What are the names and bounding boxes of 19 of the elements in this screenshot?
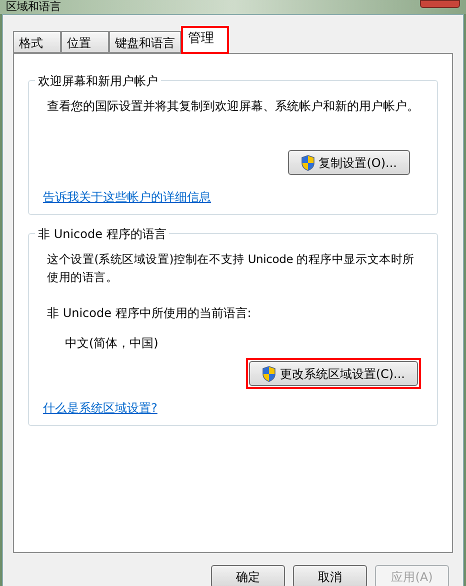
tab[interactable]: 管理 xyxy=(181,26,229,54)
help-link[interactable]: 什么是系统区域设置? xyxy=(43,399,158,417)
group-title: 欢迎屏幕和新用户帐户 xyxy=(35,72,161,90)
shield-icon xyxy=(262,366,276,382)
dialog-button[interactable]: 取消 xyxy=(293,565,367,586)
current-language-value: 中文(简体，中国) xyxy=(64,335,160,352)
dialog-button[interactable]: 确定 xyxy=(211,565,285,586)
uac-button[interactable]: 更改系统区域设置(C)... xyxy=(248,361,418,386)
description-text: 查看您的国际设置并将其复制到欢迎屏幕、系统帐户和新的用户帐户。 xyxy=(46,98,420,115)
shield-icon xyxy=(300,154,315,170)
tab[interactable]: 格式 xyxy=(13,31,61,53)
tab[interactable]: 位置 xyxy=(61,31,109,53)
tab[interactable]: 键盘和语言 xyxy=(109,31,181,53)
window-title: 区域和语言 xyxy=(6,0,61,14)
description-text: 这个设置(系统区域设置)控制在不支持 Unicode 的程序中显示文本时所使用的语言。 xyxy=(46,251,416,286)
uac-button[interactable]: 复制设置(O)... xyxy=(288,150,410,175)
close-button[interactable] xyxy=(420,0,460,8)
details-link[interactable]: 告诉我关于这些帐户的详细信息 xyxy=(43,188,211,206)
current-language-label: 非 Unicode 程序中所使用的当前语言: xyxy=(46,305,252,322)
